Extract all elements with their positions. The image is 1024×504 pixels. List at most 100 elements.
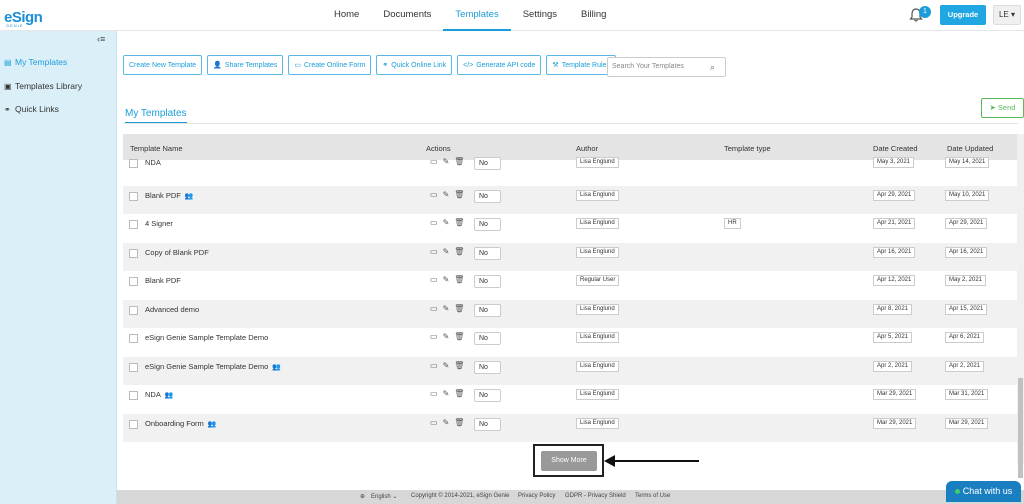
edit-icon[interactable]: ✎ — [443, 418, 450, 427]
row-select-dropdown[interactable]: No — [474, 360, 501, 374]
row-select-dropdown[interactable]: No — [474, 303, 501, 317]
row-select-dropdown[interactable]: No — [474, 417, 501, 431]
language-selector[interactable]: English ⌄ — [371, 493, 397, 500]
delete-icon[interactable]: 🗑 — [454, 247, 464, 256]
table-row[interactable]: Onboarding Form 👥 ▭ ✎ 🗑 No Lisa Englund M… — [123, 413, 1018, 442]
delete-icon[interactable]: 🗑 — [454, 304, 464, 313]
preview-icon[interactable]: ▭ — [430, 418, 438, 427]
template-name-link[interactable]: Advanced demo — [145, 305, 199, 314]
sidebar-item-my-templates[interactable]: ▤ My Templates — [4, 57, 67, 67]
table-row[interactable]: Blank PDF 👥 ▭ ✎ 🗑 No Lisa Englund Apr 29,… — [123, 185, 1018, 214]
column-header-date-created[interactable]: Date Created — [873, 144, 918, 153]
sidebar-item-templates-library[interactable]: ▣ Templates Library — [4, 81, 82, 91]
sidebar-item-quick-links[interactable]: ⚭ Quick Links — [4, 104, 59, 114]
row-select-dropdown[interactable]: No — [474, 189, 501, 203]
gdpr-link[interactable]: GDPR - Privacy Shield — [565, 493, 626, 499]
table-row[interactable]: Copy of Blank PDF ▭ ✎ 🗑 No Lisa Englund … — [123, 242, 1018, 271]
template-name-link[interactable]: Blank PDF — [145, 276, 181, 285]
template-name-link[interactable]: 4 Signer — [145, 219, 173, 228]
preview-icon[interactable]: ▭ — [430, 304, 438, 313]
preview-icon[interactable]: ▭ — [430, 247, 438, 256]
nav-templates[interactable]: Templates — [443, 0, 511, 31]
row-checkbox[interactable] — [129, 220, 138, 229]
delete-icon[interactable]: 🗑 — [454, 332, 464, 341]
template-name-link[interactable]: NDA — [145, 158, 161, 167]
delete-icon[interactable]: 🗑 — [454, 157, 464, 166]
tab-my-templates[interactable]: My Templates — [125, 108, 187, 124]
generate-api-code-button[interactable]: </> Generate API code — [457, 55, 542, 75]
row-checkbox[interactable] — [129, 334, 138, 343]
preview-icon[interactable]: ▭ — [430, 361, 438, 370]
edit-icon[interactable]: ✎ — [443, 304, 450, 313]
preview-icon[interactable]: ▭ — [430, 332, 438, 341]
esign-genie-logo[interactable]: eSign GENIE — [2, 1, 48, 30]
nav-home[interactable]: Home — [322, 0, 371, 31]
delete-icon[interactable]: 🗑 — [454, 218, 464, 227]
create-new-template-button[interactable]: Create New Template — [123, 55, 203, 75]
template-name-link[interactable]: eSign Genie Sample Template Demo 👥 — [145, 362, 281, 371]
table-row[interactable]: Advanced demo ▭ ✎ 🗑 No Lisa Englund Apr … — [123, 299, 1018, 328]
row-checkbox[interactable] — [129, 362, 138, 372]
show-more-button[interactable]: Show More — [541, 451, 597, 471]
edit-icon[interactable]: ✎ — [443, 361, 450, 370]
template-name-link[interactable]: Blank PDF 👥 — [145, 191, 194, 200]
edit-icon[interactable]: ✎ — [443, 190, 450, 199]
column-header-template-name[interactable]: Template Name — [130, 144, 183, 153]
table-row[interactable]: NDA 👥 ▭ ✎ 🗑 No Lisa Englund Mar 29, 2021 … — [123, 385, 1018, 414]
preview-icon[interactable]: ▭ — [430, 389, 438, 398]
table-row[interactable]: eSign Genie Sample Template Demo ▭ ✎ 🗑 N… — [123, 328, 1018, 357]
template-rules-button[interactable]: ⚒ Template Rules — [546, 55, 616, 75]
row-select-dropdown[interactable]: No — [474, 218, 501, 231]
terms-of-use-link[interactable]: Terms of Use — [635, 493, 670, 499]
privacy-policy-link[interactable]: Privacy Policy — [518, 493, 555, 499]
upgrade-button[interactable]: Upgrade — [940, 5, 986, 25]
row-checkbox[interactable] — [129, 159, 138, 168]
search-input[interactable]: Search Your Templates — [607, 57, 726, 77]
quick-online-link-button[interactable]: ⚭ Quick Online Link — [376, 55, 453, 75]
row-select-dropdown[interactable]: No — [474, 246, 501, 260]
row-checkbox[interactable] — [129, 419, 138, 429]
row-select-dropdown[interactable]: No — [474, 157, 501, 170]
delete-icon[interactable]: 🗑 — [454, 361, 464, 370]
row-checkbox[interactable] — [129, 248, 138, 258]
column-header-template-type[interactable]: Template type — [724, 144, 771, 153]
row-select-dropdown[interactable]: No — [474, 332, 501, 345]
table-row[interactable]: Blank PDF ▭ ✎ 🗑 No Regular User Apr 12, … — [123, 271, 1018, 300]
delete-icon[interactable]: 🗑 — [454, 418, 464, 427]
template-name-link[interactable]: Copy of Blank PDF — [145, 248, 209, 257]
row-checkbox[interactable] — [129, 277, 138, 286]
preview-icon[interactable]: ▭ — [430, 275, 438, 284]
delete-icon[interactable]: 🗑 — [454, 190, 464, 199]
nav-billing[interactable]: Billing — [569, 0, 618, 31]
search-icon[interactable]: ⌕ — [710, 62, 715, 73]
preview-icon[interactable]: ▭ — [430, 218, 438, 227]
template-name-link[interactable]: Onboarding Form 👥 — [145, 419, 217, 428]
row-select-dropdown[interactable]: No — [474, 275, 501, 288]
row-checkbox[interactable] — [129, 391, 138, 400]
edit-icon[interactable]: ✎ — [443, 218, 450, 227]
share-templates-button[interactable]: 👤 Share Templates — [207, 55, 284, 75]
row-select-dropdown[interactable]: No — [474, 389, 501, 402]
table-row[interactable]: 4 Signer ▭ ✎ 🗑 No Lisa Englund HR Apr 21… — [123, 214, 1018, 243]
preview-icon[interactable]: ▭ — [430, 157, 438, 166]
delete-icon[interactable]: 🗑 — [454, 389, 464, 398]
edit-icon[interactable]: ✎ — [443, 247, 450, 256]
column-header-author[interactable]: Author — [576, 144, 598, 153]
table-row[interactable]: NDA ▭ ✎ 🗑 No Lisa Englund May 3, 2021 Ma… — [123, 157, 1018, 179]
nav-documents[interactable]: Documents — [371, 0, 443, 31]
preview-icon[interactable]: ▭ — [430, 190, 438, 199]
template-name-link[interactable]: NDA 👥 — [145, 390, 174, 399]
nav-settings[interactable]: Settings — [511, 0, 569, 31]
delete-icon[interactable]: 🗑 — [454, 275, 464, 284]
edit-icon[interactable]: ✎ — [443, 275, 450, 284]
chat-with-us-button[interactable]: Chat with us — [946, 481, 1021, 502]
row-checkbox[interactable] — [129, 191, 138, 201]
template-name-link[interactable]: eSign Genie Sample Template Demo — [145, 333, 268, 342]
create-online-form-button[interactable]: ▭ Create Online Form — [288, 55, 372, 75]
table-row[interactable]: eSign Genie Sample Template Demo 👥 ▭ ✎ 🗑 … — [123, 356, 1018, 385]
row-checkbox[interactable] — [129, 305, 138, 315]
sidebar-collapse-icon[interactable]: ‹≡ — [97, 34, 105, 44]
column-header-date-updated[interactable]: Date Updated — [947, 144, 993, 153]
edit-icon[interactable]: ✎ — [443, 389, 450, 398]
send-button[interactable]: ➤ Send — [981, 98, 1024, 118]
